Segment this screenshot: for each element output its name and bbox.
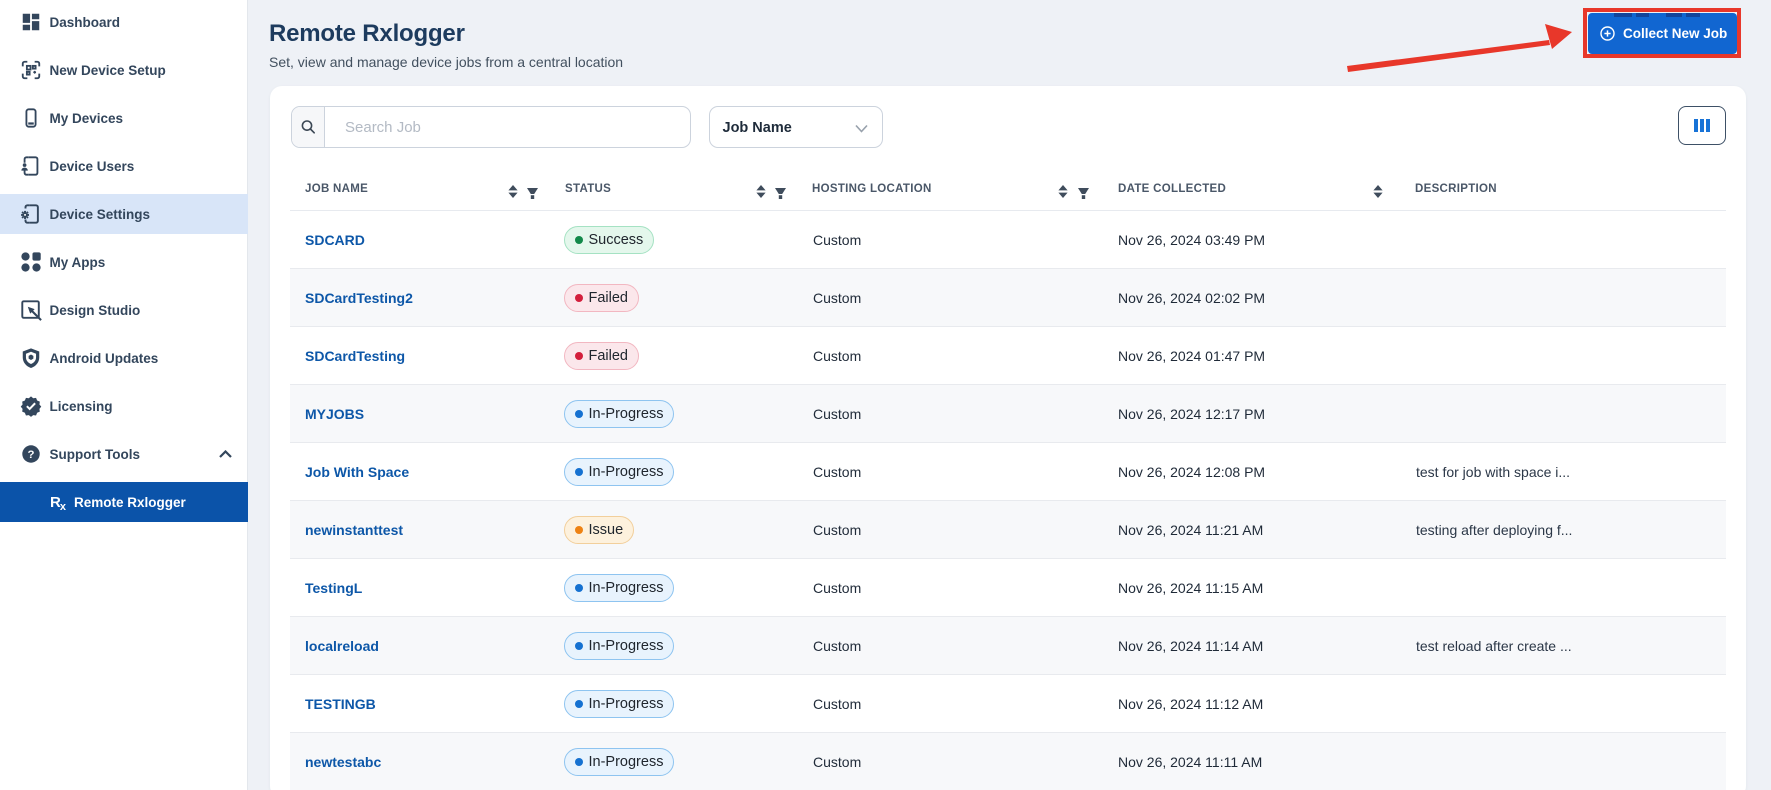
svg-text:?: ? <box>28 449 35 461</box>
